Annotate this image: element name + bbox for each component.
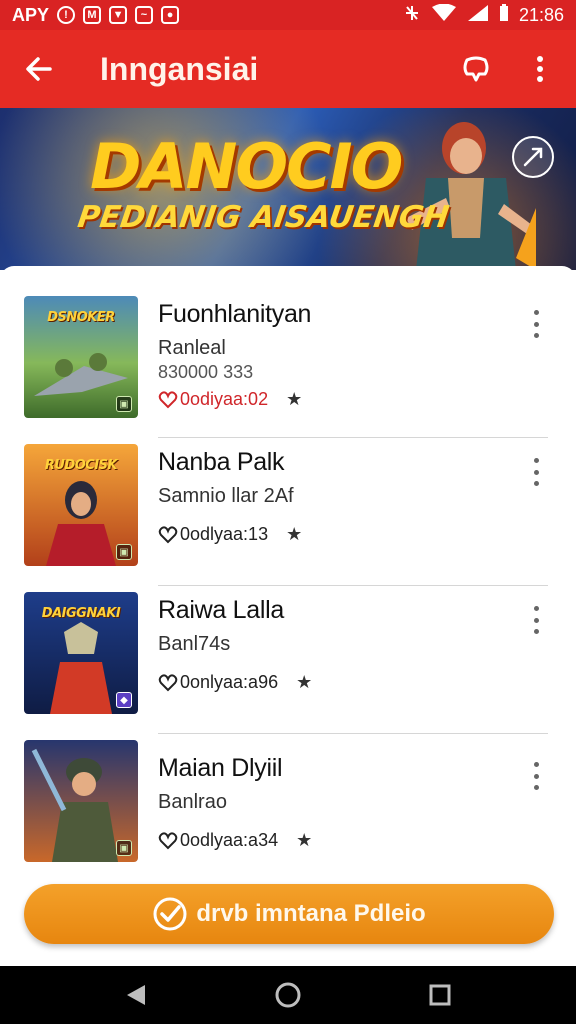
item-more-icon[interactable] (532, 458, 540, 486)
battery-icon (499, 3, 509, 27)
content-sheet: DSNOKER ▣ Fuonhlanityan Ranleal 830000 3… (0, 266, 576, 966)
platform-badge-icon: ◆ (116, 692, 132, 708)
wifi-icon (431, 3, 457, 27)
game-title: Raiwa Lalla (158, 596, 284, 624)
cta-label: drvb imntana Pdleio (196, 900, 426, 927)
photo-icon: ~ (135, 6, 154, 24)
game-thumbnail[interactable]: RUDOCISK ▣ (24, 444, 138, 566)
list-item[interactable]: RUDOCISK ▣ Nanba Palk Samnio llar 2Af 0o… (0, 438, 576, 586)
compass-icon[interactable] (512, 136, 554, 178)
game-thumbnail[interactable]: DSNOKER ▣ (24, 296, 138, 418)
game-title: Nanba Palk (158, 448, 285, 476)
banner-title: DANOCIO (90, 130, 403, 203)
check-badge-icon (153, 897, 187, 931)
primary-cta-button[interactable]: drvb imntana Pdleio (24, 884, 554, 944)
game-info: Nanba Palk Samnio llar 2Af 0odlyaa:13 ★ (158, 448, 498, 545)
game-meta: 0odlyaa:a34 ★ (158, 830, 498, 851)
lock-icon: ● (161, 6, 180, 24)
game-meta-text: 0onlyaa:a96 (180, 672, 279, 692)
list-item[interactable]: DAIGGNAKI ◆ Raiwa Lalla Banl74s 0onlyaa:… (0, 586, 576, 734)
signal-icon (467, 4, 489, 27)
recents-square-icon[interactable] (420, 975, 460, 1015)
game-meta: 0onlyaa:a96 ★ (158, 672, 498, 693)
home-circle-icon[interactable] (268, 975, 308, 1015)
star-icon[interactable]: ★ (296, 672, 312, 693)
game-title: Fuonhlanityan (158, 300, 312, 328)
app-actions (458, 51, 558, 87)
game-meta: 0odlyaa:13 ★ (158, 524, 498, 545)
game-info: Fuonhlanityan Ranleal 830000 333 0odiyaa… (158, 300, 498, 410)
promo-banner[interactable]: DANOCIO PEDIANIG AISAUENGH (0, 108, 576, 270)
thumbnail-title: DSNOKER (47, 310, 115, 325)
heart-icon[interactable] (158, 390, 178, 410)
item-more-icon[interactable] (532, 310, 540, 338)
heart-icon[interactable] (158, 831, 178, 851)
game-title: Maian Dlyiil (158, 754, 283, 782)
status-right: 21:86 (403, 3, 564, 27)
game-subtitle: Samnio llar 2Af (158, 485, 294, 507)
page-title: Inngansiai (100, 50, 259, 87)
star-icon[interactable]: ★ (296, 830, 312, 851)
hero-character-image (406, 122, 536, 270)
game-meta-text: 0odlyaa:13 (180, 524, 269, 544)
thumbnail-title: RUDOCISK (44, 458, 118, 473)
item-more-icon[interactable] (532, 606, 540, 634)
list-item[interactable]: DSNOKER ▣ Fuonhlanityan Ranleal 830000 3… (0, 290, 576, 438)
item-more-icon[interactable] (532, 762, 540, 790)
game-meta: 0odiyaa:02 ★ (158, 389, 498, 410)
game-thumbnail[interactable]: DAIGGNAKI ◆ (24, 592, 138, 714)
system-nav-bar (0, 966, 576, 1024)
game-meta-text: 0odlyaa:a34 (180, 830, 279, 850)
app-bar: Inngansiai (0, 30, 576, 108)
list-item[interactable]: ▣ Maian Dlyiil Banlrao 0odlyaa:a34 ★ (0, 734, 576, 882)
platform-badge-icon: ▣ (116, 544, 132, 560)
heart-icon[interactable] (158, 525, 178, 545)
star-icon[interactable]: ★ (286, 389, 302, 410)
game-plays: 830000 333 (158, 362, 254, 382)
game-thumbnail[interactable]: ▣ (24, 740, 138, 862)
game-info: Maian Dlyiil Banlrao 0odlyaa:a34 ★ (158, 754, 498, 851)
back-arrow-icon[interactable] (18, 48, 60, 90)
game-subtitle: Ranleal (158, 337, 226, 359)
gmail-icon: M (83, 6, 102, 24)
shield-icon: ▼ (109, 6, 128, 24)
star-icon[interactable]: ★ (286, 524, 302, 545)
heart-icon[interactable] (158, 673, 178, 693)
status-bar: APY ! M ▼ ~ ● 21:86 (0, 0, 576, 30)
clock-time: 21:86 (518, 4, 564, 25)
banner-subtitle: PEDIANIG AISAUENGH (75, 200, 452, 235)
game-info: Raiwa Lalla Banl74s 0onlyaa:a96 ★ (158, 596, 498, 693)
more-vert-icon[interactable] (522, 51, 558, 87)
vibrate-icon (403, 4, 421, 27)
notification-icon: ! (57, 6, 76, 24)
back-triangle-icon[interactable] (116, 975, 156, 1015)
game-list: DSNOKER ▣ Fuonhlanityan Ranleal 830000 3… (0, 290, 576, 882)
status-left: APY ! M ▼ ~ ● (12, 4, 180, 26)
thumbnail-title: DAIGGNAKI (41, 606, 121, 621)
game-subtitle: Banlrao (158, 791, 227, 813)
game-meta-text: 0odiyaa:02 (180, 389, 269, 409)
platform-badge-icon: ▣ (116, 396, 132, 412)
carrier-label: APY (12, 4, 50, 25)
platform-badge-icon: ▣ (116, 840, 132, 856)
chat-icon[interactable] (458, 51, 494, 87)
game-subtitle: Banl74s (158, 633, 231, 655)
